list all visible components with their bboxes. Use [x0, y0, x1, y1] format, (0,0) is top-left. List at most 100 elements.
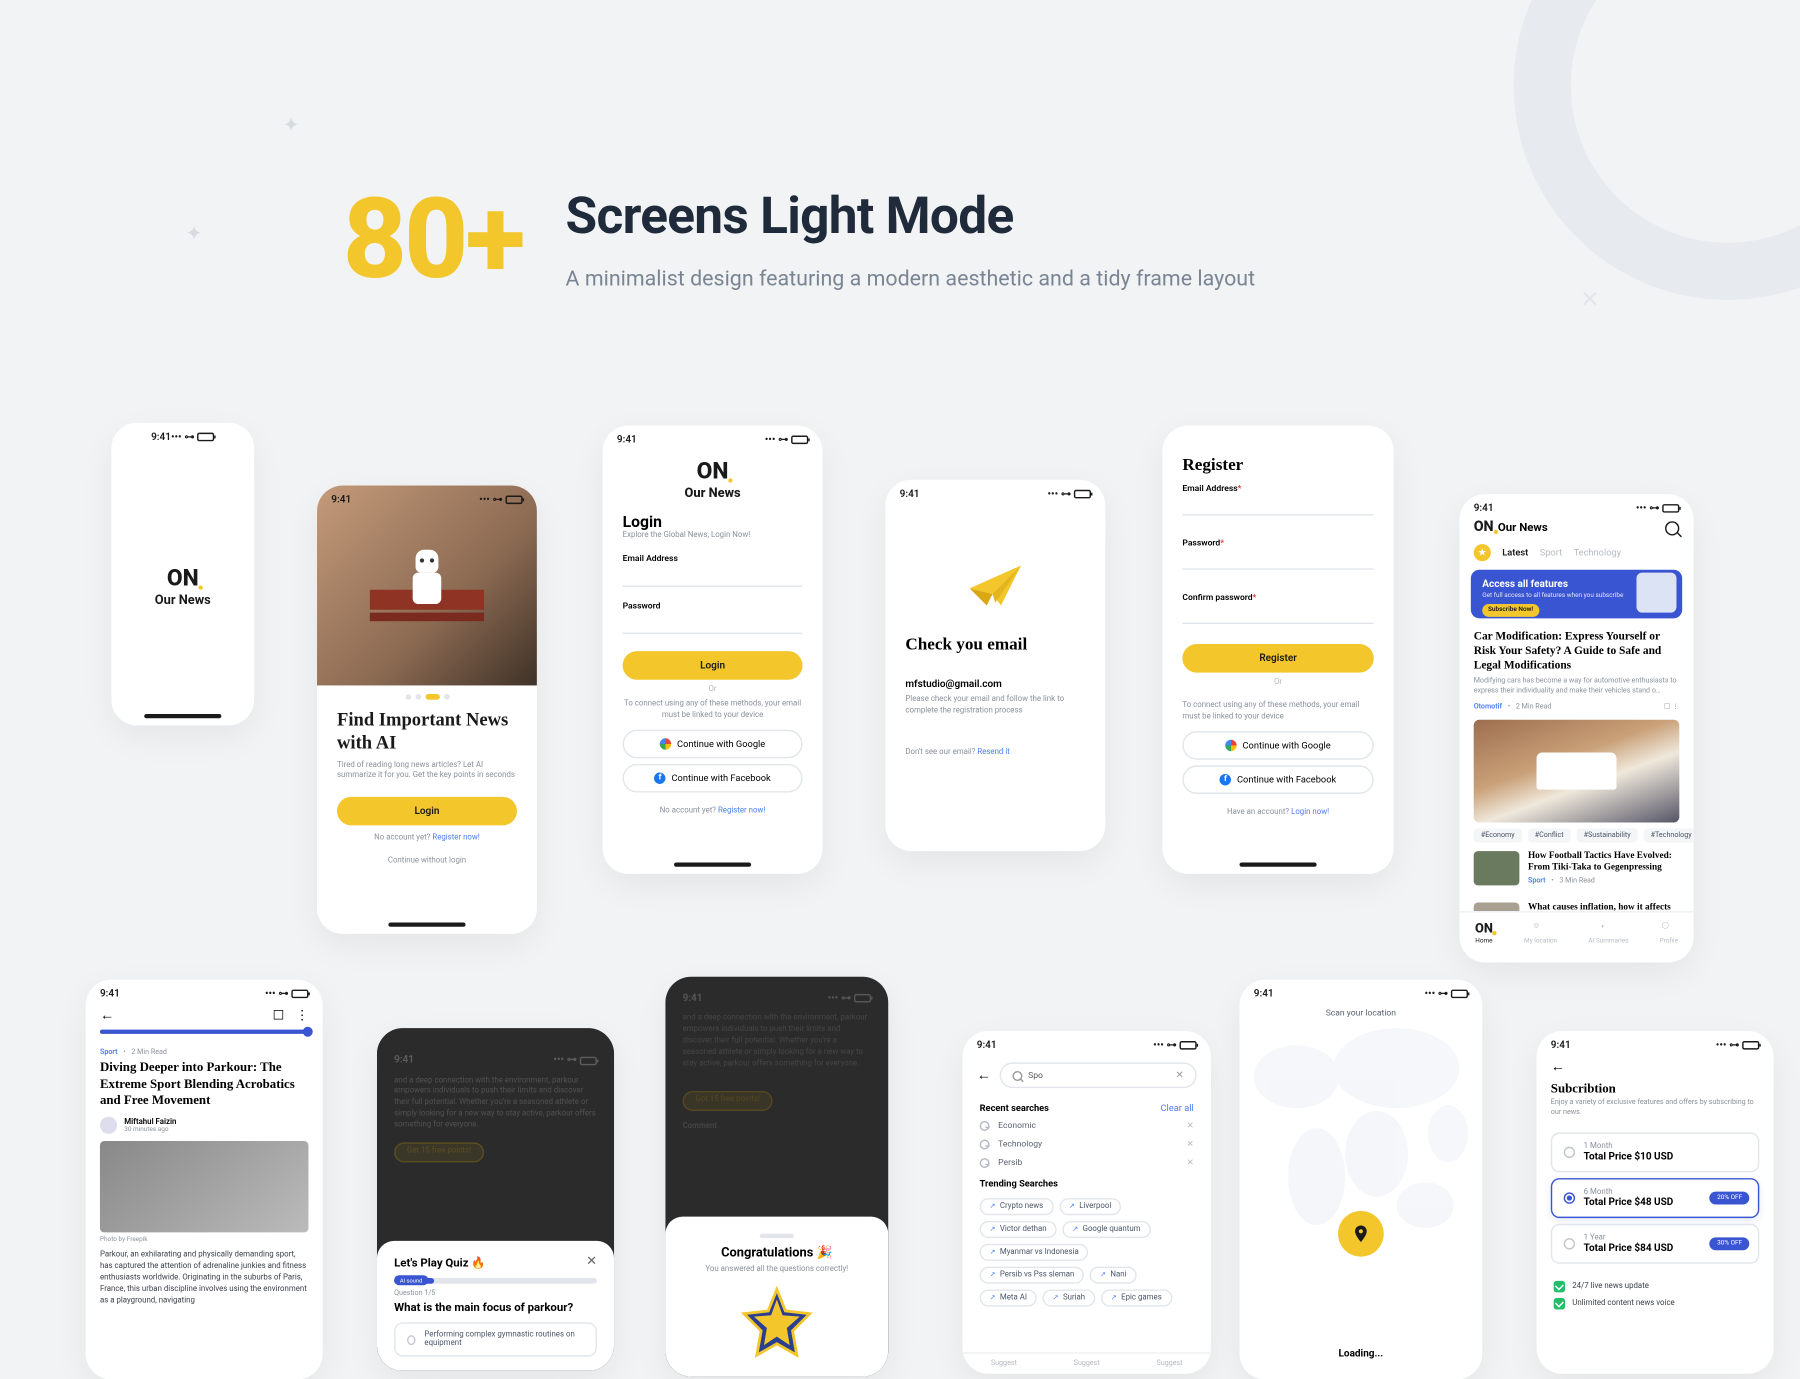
- quiz-progress: AI sound: [394, 1278, 597, 1284]
- screen-onboarding: 9:41•••⊶ Find Important News with AI Tir…: [317, 486, 537, 934]
- hero-title: Screens Light Mode: [566, 186, 1256, 246]
- email-value: mfstudio@gmail.com: [905, 678, 1085, 689]
- category-tabs: ★ Latest Sport Technology: [1459, 538, 1693, 567]
- login-button[interactable]: Login: [337, 797, 517, 826]
- quiz-sheet: Let's Play Quiz 🔥✕ AI sound Question 1/5…: [377, 1241, 614, 1371]
- avatar: [100, 1117, 117, 1134]
- register-link[interactable]: Register now!: [432, 834, 479, 843]
- remove-icon[interactable]: ✕: [1187, 1140, 1194, 1150]
- nav-home[interactable]: ONHome: [1475, 922, 1493, 945]
- plan-option[interactable]: 1 MonthTotal Price $10 USD: [1551, 1132, 1759, 1172]
- clear-icon[interactable]: ✕: [1175, 1070, 1183, 1081]
- screen-register: . Register Email Address* Password* Conf…: [1162, 426, 1393, 874]
- chip[interactable]: #Sustainability: [1576, 828, 1637, 842]
- trend-chip[interactable]: ↗Meta AI: [980, 1289, 1037, 1306]
- featured-tab[interactable]: ★: [1474, 544, 1491, 561]
- trend-chip[interactable]: ↗Nani: [1090, 1267, 1136, 1284]
- status-time: 9:41: [617, 434, 637, 445]
- bottom-nav: ONHome ◎My location ◐AI Summaries ◯Profi…: [1459, 911, 1693, 962]
- world-map: [1240, 1002, 1483, 1322]
- nav-profile[interactable]: ◯Profile: [1660, 922, 1678, 945]
- article-hero-image: [100, 1141, 308, 1232]
- tab-latest[interactable]: Latest: [1502, 547, 1528, 558]
- remove-icon[interactable]: ✕: [1187, 1158, 1194, 1168]
- subscribe-button[interactable]: Subscribe Now!: [1482, 604, 1539, 617]
- trend-chip[interactable]: ↗Crypto news: [980, 1198, 1054, 1215]
- trend-chip[interactable]: ↗Persib vs Pss sleman: [980, 1267, 1085, 1284]
- radio-icon: [1564, 1147, 1575, 1158]
- plan-option[interactable]: 1 YearTotal Price $84 USD 30% OFF: [1551, 1224, 1759, 1264]
- search-icon[interactable]: [1665, 521, 1679, 535]
- email-input[interactable]: [623, 567, 803, 587]
- chip[interactable]: #Conflict: [1528, 828, 1571, 842]
- login-button[interactable]: Login: [623, 651, 803, 680]
- topic-chips: #Economy #Conflict #Sustainability #Tech…: [1459, 828, 1693, 842]
- trend-chip[interactable]: ↗Victor dethan: [980, 1221, 1057, 1238]
- location-pin-icon[interactable]: [1338, 1212, 1384, 1258]
- clear-all-link[interactable]: Clear all: [1161, 1102, 1194, 1113]
- discount-badge: 20% OFF: [1710, 1192, 1749, 1205]
- trend-chip[interactable]: ↗Myanmar vs Indonesia: [980, 1244, 1089, 1261]
- clock-icon: [980, 1121, 990, 1131]
- close-icon[interactable]: ✕: [586, 1255, 597, 1269]
- google-register-button[interactable]: Continue with Google: [1182, 732, 1373, 761]
- tab-technology[interactable]: Technology: [1574, 547, 1622, 558]
- facebook-login-button[interactable]: fContinue with Facebook: [623, 765, 803, 794]
- login-subtitle: Explore the Global News, Login Now!: [623, 531, 803, 540]
- resend-link[interactable]: Resend it: [977, 749, 1009, 758]
- quiz-option[interactable]: Performing complex gymnastic routines on…: [394, 1322, 597, 1356]
- nav-location[interactable]: ◎My location: [1524, 922, 1557, 945]
- password-input[interactable]: [1182, 550, 1373, 570]
- logo-icon: ON: [1474, 520, 1494, 536]
- screen-home: 9:41•••⊶ ONOur News ★ Latest Sport Techn…: [1459, 494, 1693, 962]
- author-row[interactable]: Miftahul Faizin30 minutes ago: [86, 1110, 323, 1141]
- trend-chip[interactable]: ↗Liverpool: [1059, 1198, 1121, 1215]
- register-button[interactable]: Register: [1182, 644, 1373, 673]
- read-progress[interactable]: [100, 1030, 308, 1034]
- password-input[interactable]: [623, 614, 803, 634]
- story-card[interactable]: How Football Tactics Have Evolved: From …: [1459, 843, 1693, 895]
- promo-banner[interactable]: Access all features Get full access to a…: [1471, 570, 1682, 619]
- nav-ai[interactable]: ◐AI Summaries: [1588, 922, 1628, 945]
- more-icon[interactable]: ⋮: [296, 1009, 309, 1023]
- search-input[interactable]: Spo ✕: [1000, 1062, 1197, 1088]
- trend-chip[interactable]: ↗Suriah: [1043, 1289, 1095, 1306]
- trend-chip[interactable]: ↗Google quantum: [1062, 1221, 1150, 1238]
- article-card[interactable]: Car Modification: Express Yourself or Ri…: [1459, 621, 1693, 714]
- back-icon[interactable]: ←: [977, 1067, 991, 1083]
- feature-item: 24/7 live news update: [1554, 1278, 1757, 1295]
- login-link[interactable]: Login now!: [1291, 809, 1329, 818]
- promo-image: [1636, 573, 1676, 613]
- recent-item[interactable]: Persib✕: [980, 1154, 1194, 1173]
- tab-sport[interactable]: Sport: [1540, 547, 1562, 558]
- facebook-register-button[interactable]: fContinue with Facebook: [1182, 766, 1373, 795]
- screen-subscription: 9:41•••⊶ ← Subcribtion Enjoy a variety o…: [1537, 1031, 1774, 1374]
- login-title: Login: [623, 513, 803, 532]
- plan-option[interactable]: 6 MonthTotal Price $48 USD 20% OFF: [1551, 1178, 1759, 1218]
- back-icon[interactable]: ←: [1537, 1054, 1774, 1081]
- onboarding-image: 9:41•••⊶: [317, 486, 537, 686]
- close-icon: ✕: [1580, 286, 1599, 313]
- chip[interactable]: #Economy: [1474, 828, 1522, 842]
- back-icon[interactable]: ←: [100, 1008, 114, 1024]
- remove-icon[interactable]: ✕: [1187, 1121, 1194, 1131]
- article-title: Diving Deeper into Parkour: The Extreme …: [86, 1060, 323, 1110]
- bookmark-icon[interactable]: ☐: [273, 1009, 285, 1023]
- confirm-input[interactable]: [1182, 604, 1373, 624]
- check-icon: [1554, 1281, 1565, 1292]
- chip[interactable]: #Technology: [1643, 828, 1693, 842]
- trend-chip[interactable]: ↗Epic games: [1101, 1289, 1172, 1306]
- subscription-title: Subcribtion: [1537, 1081, 1774, 1095]
- skip-link[interactable]: Continue without login: [337, 857, 517, 866]
- google-login-button[interactable]: Continue with Google: [623, 730, 803, 759]
- email-input[interactable]: [1182, 496, 1373, 516]
- hero-count: 80+: [343, 186, 523, 297]
- email-label: Email Address: [623, 554, 803, 564]
- status-time: 9:41: [151, 431, 171, 442]
- recent-item[interactable]: Technology✕: [980, 1135, 1194, 1154]
- register-link[interactable]: Register now!: [718, 807, 765, 816]
- recent-item[interactable]: Economic✕: [980, 1117, 1194, 1136]
- congrats-sheet: Congratulations 🎉 You answered all the q…: [665, 1217, 888, 1377]
- logo-icon: ON: [697, 457, 729, 484]
- status-time: 9:41: [1474, 503, 1494, 514]
